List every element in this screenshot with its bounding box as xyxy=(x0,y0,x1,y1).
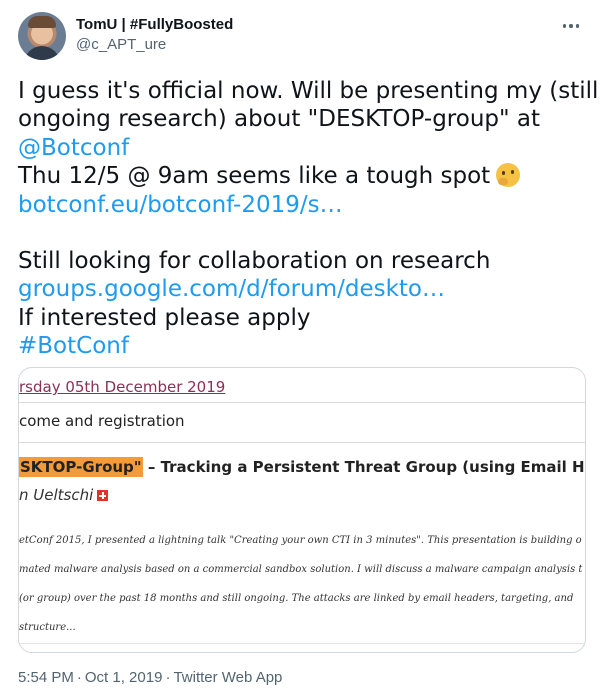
avatar[interactable] xyxy=(18,12,66,60)
divider xyxy=(19,643,585,644)
tweet-metadata: 5:54 PM · Oct 1, 2019 · Twitter Web App xyxy=(18,669,282,686)
talk-abstract: etConf 2015, I presented a lightning tal… xyxy=(19,526,585,642)
user-handle[interactable]: @c_APT_ure xyxy=(76,36,166,53)
thinking-face-icon xyxy=(496,163,521,188)
avatar-hair xyxy=(28,16,56,28)
separator: · xyxy=(165,669,171,686)
tweet-line-text: Thu 12/5 @ 9am seems like a tough spot xyxy=(18,163,491,190)
dot-icon xyxy=(575,24,580,28)
talk-title-highlight: SKTOP-Group" xyxy=(19,457,143,477)
tweet-body: I guess it's official now. Will be prese… xyxy=(18,77,599,361)
schedule-welcome: come and registration xyxy=(19,412,185,430)
abstract-line: (or group) over the past 18 months and s… xyxy=(19,593,574,604)
speaker-name-text: n Ueltschi xyxy=(19,486,94,504)
talk-title: SKTOP-Group" – Tracking a Persistent Thr… xyxy=(19,457,585,477)
dot-icon xyxy=(569,24,573,28)
tweet-line: If interested please apply xyxy=(18,304,311,331)
mention-link[interactable]: @Botconf xyxy=(18,134,583,162)
tweet-date[interactable]: Oct 1, 2019 xyxy=(85,669,163,686)
swiss-flag-icon xyxy=(97,490,109,501)
separator: · xyxy=(76,669,82,686)
avatar-shirt xyxy=(24,46,60,60)
speaker-name: n Ueltschi xyxy=(19,486,109,504)
tweet-line: Still looking for collaboration on resea… xyxy=(18,248,491,275)
tweet-line-with-emoji: Thu 12/5 @ 9am seems like a tough spot xyxy=(18,162,583,190)
tweet-header: TomU | #FullyBoosted @c_APT_ure xyxy=(18,12,583,60)
abstract-line: mated malware analysis based on a commer… xyxy=(19,564,583,575)
botconf-link[interactable]: botconf.eu/botconf-2019/s… xyxy=(18,191,583,219)
display-name[interactable]: TomU | #FullyBoosted xyxy=(76,16,233,33)
divider xyxy=(19,442,585,443)
hashtag-link[interactable]: #BotConf xyxy=(18,332,583,360)
talk-title-rest: – Tracking a Persistent Threat Group (us… xyxy=(147,458,585,476)
tweet-line: ongoing research) about "DESKTOP-group" … xyxy=(18,106,540,133)
divider xyxy=(19,402,585,403)
conference-schedule-image: rsday 05th December 2019 come and regist… xyxy=(19,368,585,652)
abstract-line: structure... xyxy=(19,622,76,633)
schedule-date: rsday 05th December 2019 xyxy=(19,378,226,396)
tweet-time[interactable]: 5:54 PM xyxy=(18,669,74,686)
tweet-line: I guess it's official now. Will be prese… xyxy=(18,78,599,104)
google-groups-link[interactable]: groups.google.com/d/forum/deskto… xyxy=(18,275,583,303)
attached-image[interactable]: rsday 05th December 2019 come and regist… xyxy=(18,367,586,653)
abstract-line: etConf 2015, I presented a lightning tal… xyxy=(19,535,582,546)
tweet-source[interactable]: Twitter Web App xyxy=(173,669,282,686)
more-options-icon[interactable] xyxy=(559,18,583,34)
dot-icon xyxy=(562,24,567,28)
